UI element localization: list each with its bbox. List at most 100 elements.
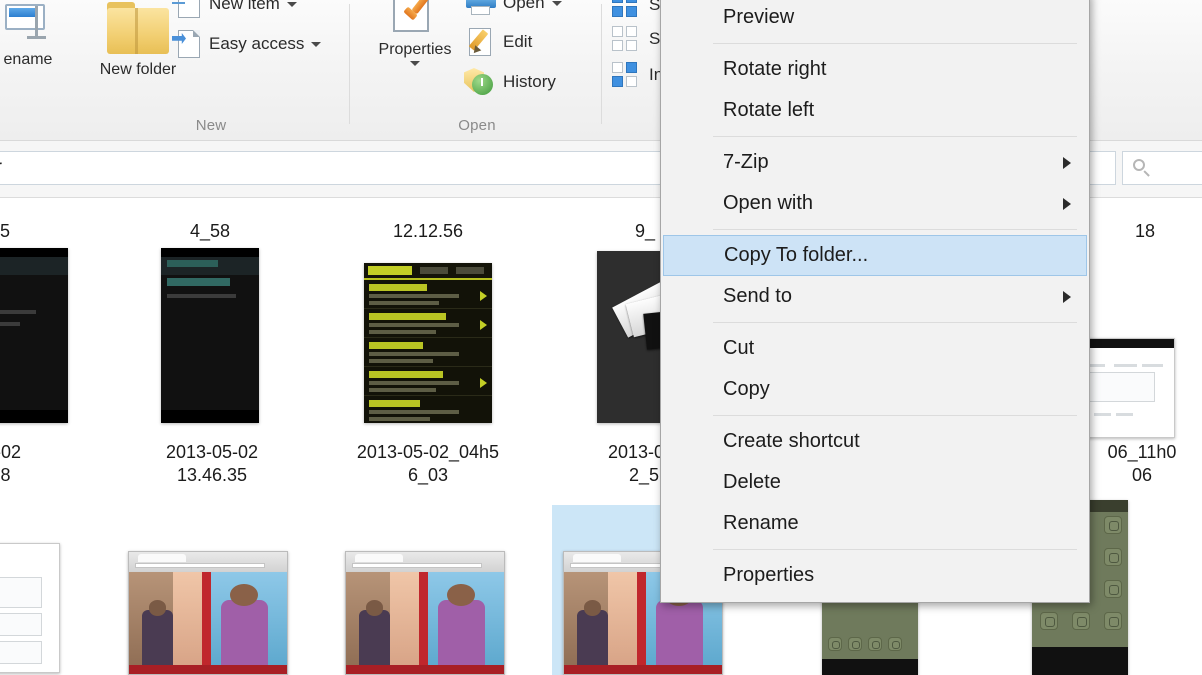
- history-button[interactable]: History: [464, 66, 556, 98]
- properties-button[interactable]: Properties: [360, 0, 470, 66]
- menu-item-label: Rotate left: [723, 99, 815, 121]
- thumbnail: [345, 550, 505, 675]
- history-label: History: [503, 72, 556, 91]
- easy-access-label: Easy access: [209, 34, 305, 53]
- rename-icon: [5, 4, 51, 44]
- new-item-icon: [172, 0, 202, 20]
- new-item-button[interactable]: New item: [172, 0, 297, 20]
- menu-item-preview[interactable]: Preview: [661, 0, 1089, 38]
- edit-icon: [466, 26, 496, 58]
- menu-item-label: Rotate right: [723, 58, 827, 80]
- rename-label: ename: [3, 51, 53, 68]
- edit-label: Edit: [503, 32, 533, 51]
- submenu-arrow-icon: [1063, 156, 1071, 169]
- file-explorer-window: 35 4_58 12.12.56 9_ 18 05-02 .28 2013-05…: [0, 0, 1202, 675]
- menu-item-delete[interactable]: Delete: [661, 462, 1089, 503]
- open-button[interactable]: Open: [466, 0, 562, 16]
- search-input[interactable]: [1122, 151, 1202, 185]
- menu-item-label: Properties: [723, 564, 815, 586]
- menu-separator: [669, 229, 1077, 230]
- select-all-button[interactable]: S: [612, 0, 660, 18]
- file-item[interactable]: [128, 550, 288, 675]
- select-none-icon: [612, 26, 642, 52]
- properties-icon: [391, 0, 439, 38]
- search-icon: [1133, 159, 1151, 177]
- ribbon-group-label: Open: [458, 117, 496, 134]
- file-name-label: 05-02 .28: [0, 441, 78, 487]
- browser-video-thumbnail: [345, 551, 505, 675]
- menu-item-cut[interactable]: Cut: [661, 328, 1089, 369]
- menu-item-copy-to-folder[interactable]: Copy To folder...: [663, 235, 1087, 276]
- phone-screenshot-thumbnail: [161, 248, 259, 423]
- menu-item-send-to[interactable]: Send to: [661, 276, 1089, 317]
- menu-item-7-zip[interactable]: 7-Zip: [661, 142, 1089, 183]
- select-all-label: S: [649, 0, 661, 14]
- file-name-text: 05-02 .28: [0, 442, 22, 485]
- chevron-down-icon[interactable]: [311, 41, 322, 47]
- file-item[interactable]: [0, 543, 60, 673]
- easy-access-button[interactable]: Easy access: [172, 28, 322, 60]
- file-name-text: 12.12.56: [392, 221, 464, 241]
- thumbnail: [0, 248, 100, 423]
- menu-item-label: Create shortcut: [723, 430, 860, 452]
- menu-item-label: Copy To folder...: [724, 244, 869, 266]
- file-item[interactable]: [130, 248, 290, 423]
- file-name-text: 4_58: [189, 221, 231, 241]
- file-name-label: 4_58: [130, 220, 290, 243]
- folder-icon: [105, 0, 171, 56]
- file-name-label: 12.12.56: [348, 220, 508, 243]
- breadcrumb-text: er: [0, 157, 2, 179]
- open-label: Open: [503, 0, 545, 12]
- rename-button[interactable]: ename: [0, 4, 78, 69]
- file-item[interactable]: [345, 550, 505, 675]
- thumbnail: [128, 550, 288, 675]
- phone-screenshot-thumbnail: [0, 248, 68, 423]
- open-icon: [466, 0, 496, 16]
- menu-item-label: Copy: [723, 378, 770, 400]
- menu-item-rename[interactable]: Rename: [661, 503, 1089, 544]
- thumbnail: [348, 248, 508, 423]
- menu-item-label: Cut: [723, 337, 755, 359]
- menu-item-label: Send to: [723, 285, 792, 307]
- menu-item-open-with[interactable]: Open with: [661, 183, 1089, 224]
- invert-selection-button[interactable]: In: [612, 62, 663, 88]
- file-name-text: 35: [0, 221, 11, 241]
- ribbon-group-new: New folder New item Easy access New: [72, 0, 350, 140]
- select-none-label: S: [649, 29, 661, 48]
- submenu-arrow-icon: [1063, 290, 1071, 303]
- chevron-down-icon[interactable]: [551, 0, 562, 6]
- menu-item-create-shortcut[interactable]: Create shortcut: [661, 421, 1089, 462]
- ribbon-group-label: New: [195, 117, 227, 134]
- menu-separator: [669, 549, 1077, 550]
- file-item[interactable]: [348, 248, 508, 423]
- menu-separator: [669, 43, 1077, 44]
- file-item[interactable]: [0, 248, 100, 423]
- select-none-button[interactable]: S: [612, 26, 660, 52]
- file-name-text: 2013-05-02 13.46.35: [165, 442, 259, 485]
- ribbon-group-open: Properties Open Edit History Open: [352, 0, 602, 140]
- file-name-label: 2013-05-02 13.46.35: [132, 441, 292, 487]
- menu-item-label: 7-Zip: [723, 151, 769, 173]
- menu-item-copy[interactable]: Copy: [661, 369, 1089, 410]
- menu-separator: [669, 322, 1077, 323]
- menu-item-label: Rename: [723, 512, 799, 534]
- new-item-label: New item: [209, 0, 280, 13]
- file-name-label: 2013-05-02_04h5 6_03: [348, 441, 508, 487]
- menu-separator: [669, 136, 1077, 137]
- context-menu[interactable]: Preview Rotate right Rotate left 7-Zip O…: [660, 0, 1090, 603]
- menu-item-rotate-left[interactable]: Rotate left: [661, 90, 1089, 131]
- file-name-label: 35: [0, 220, 80, 243]
- easy-access-icon: [172, 28, 202, 60]
- thumbnail: [0, 543, 60, 673]
- submenu-arrow-icon: [1063, 197, 1071, 210]
- chevron-down-icon[interactable]: [286, 1, 297, 7]
- menu-item-label: Open with: [723, 192, 814, 214]
- select-all-icon: [612, 0, 642, 18]
- menu-item-rotate-right[interactable]: Rotate right: [661, 49, 1089, 90]
- menu-item-properties[interactable]: Properties: [661, 555, 1089, 596]
- edit-button[interactable]: Edit: [466, 26, 532, 58]
- app-list-screenshot-thumbnail: [364, 263, 492, 423]
- file-name-text: 2013-05-02_04h5 6_03: [356, 442, 500, 485]
- chevron-down-icon[interactable]: [410, 61, 420, 66]
- menu-item-label: Delete: [723, 471, 781, 493]
